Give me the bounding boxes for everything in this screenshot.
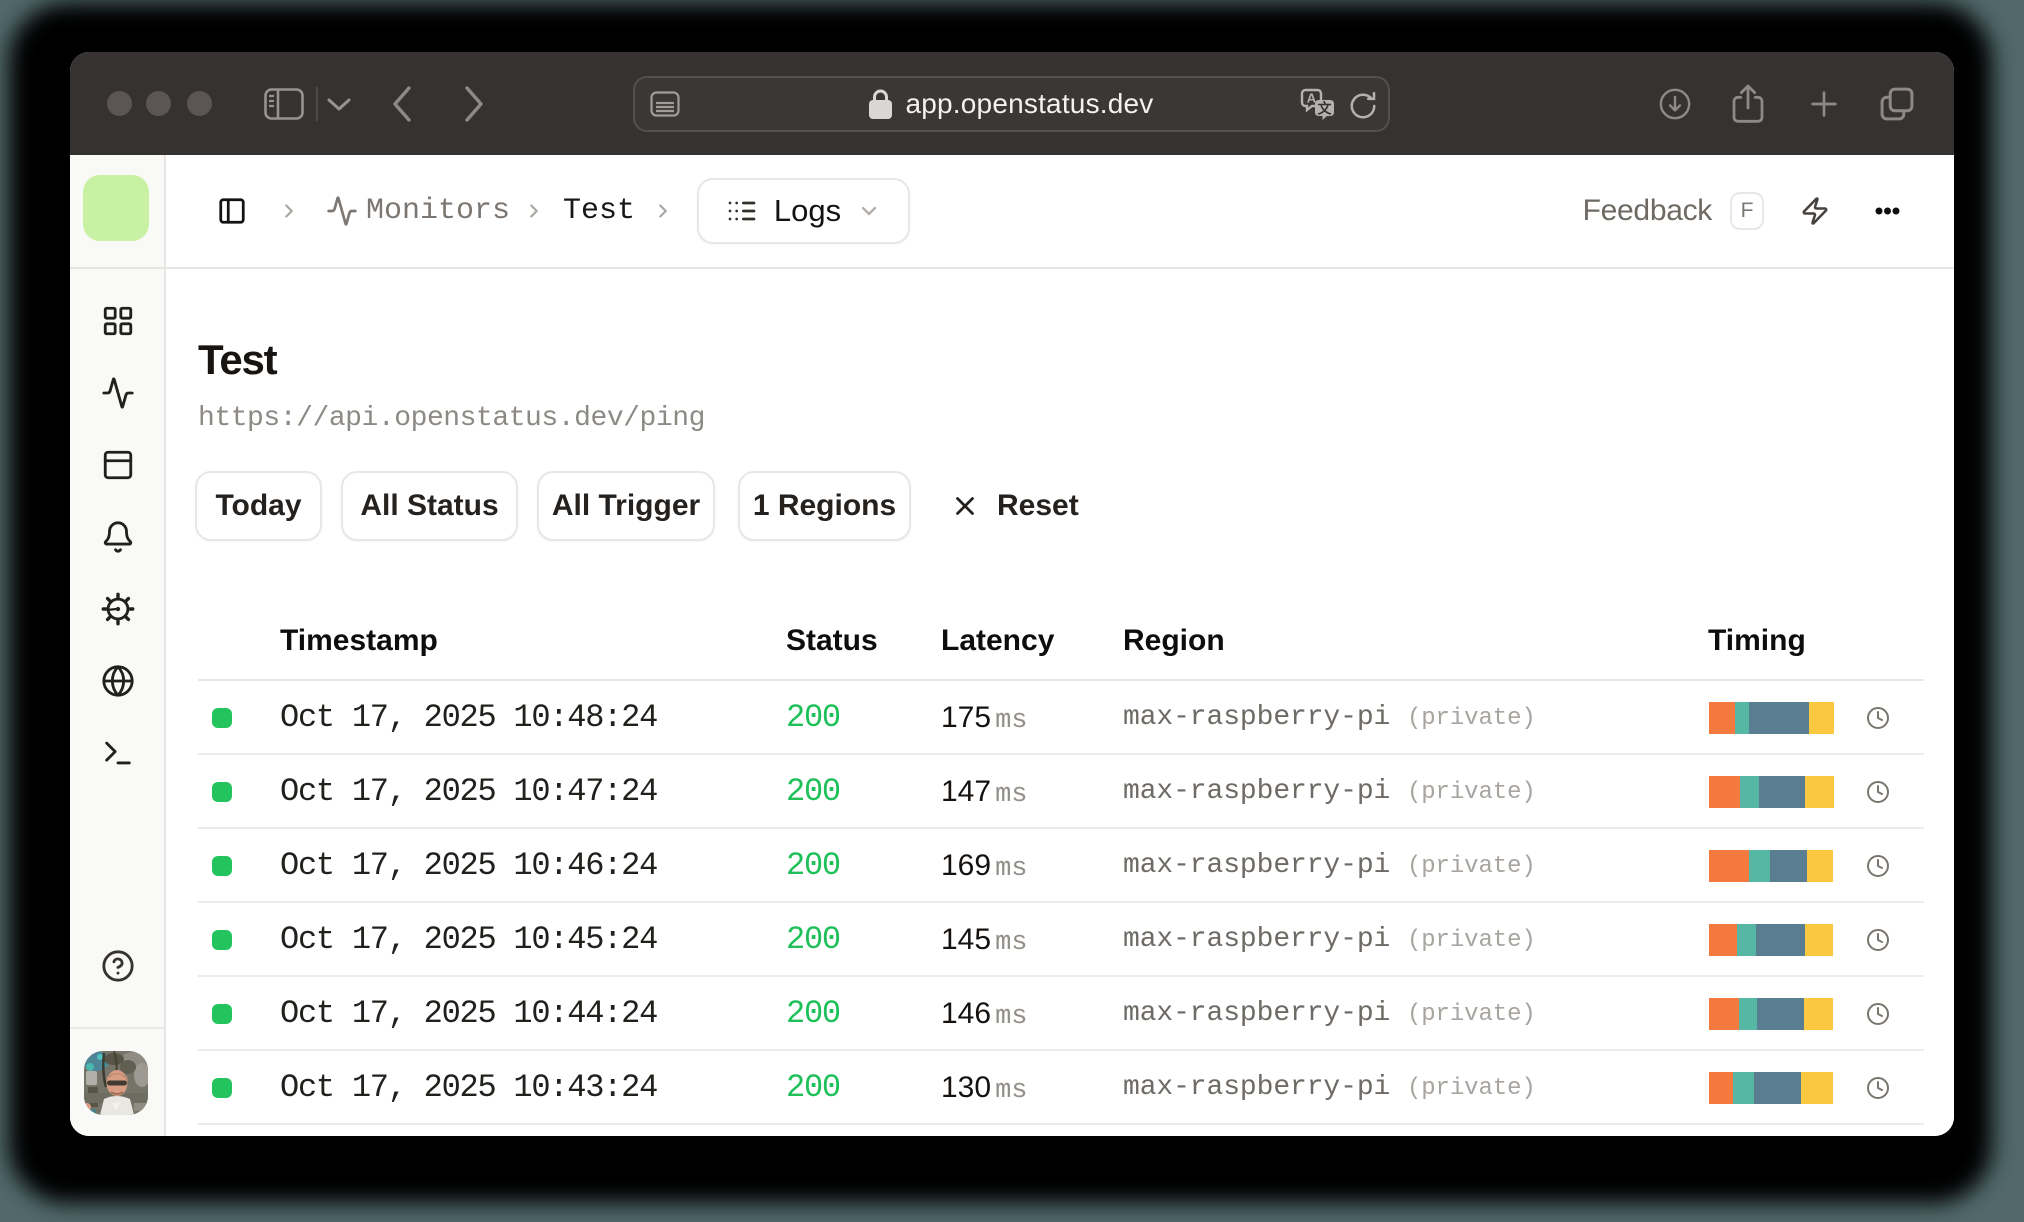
- svg-text:文: 文: [1318, 101, 1333, 117]
